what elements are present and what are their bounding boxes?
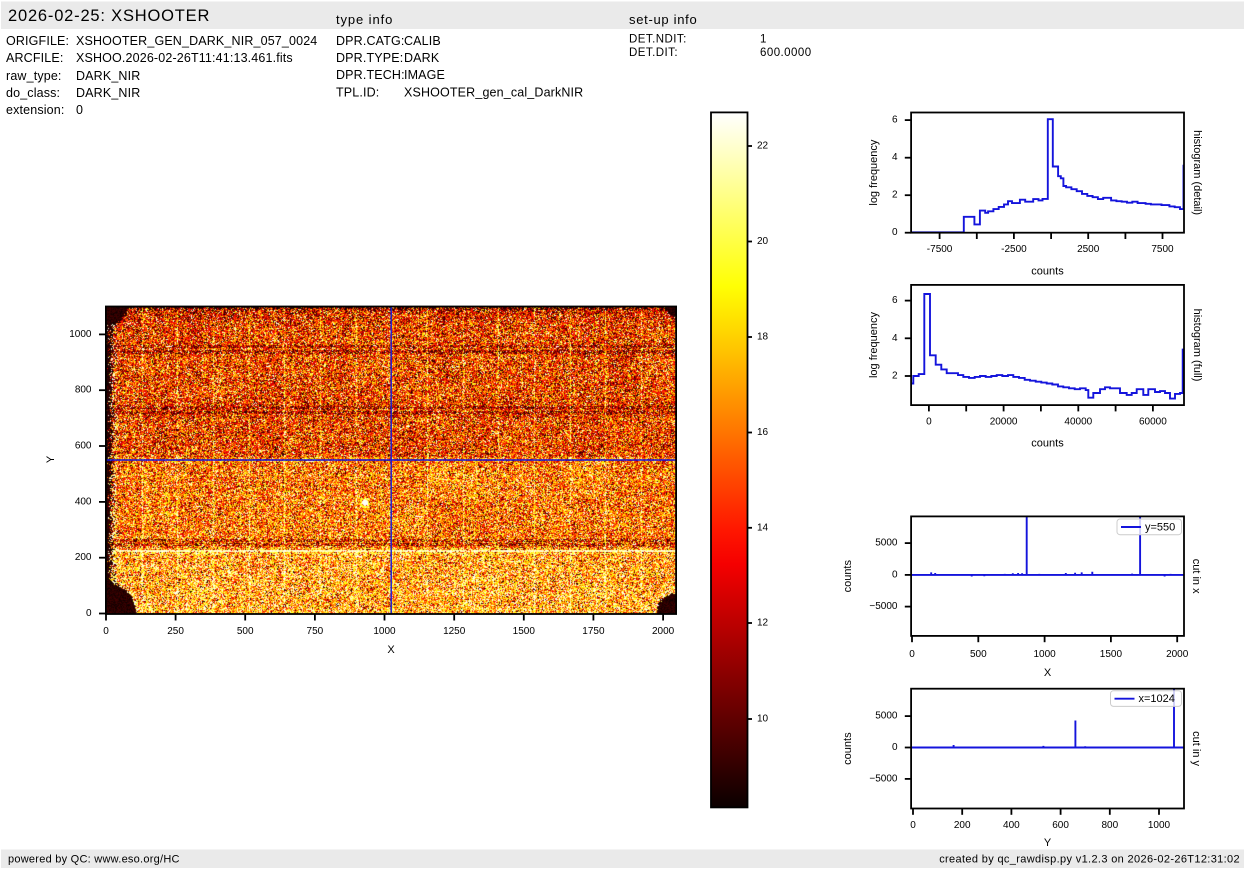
svg-text:20000: 20000 — [990, 416, 1018, 427]
svg-text:1000: 1000 — [1033, 649, 1056, 660]
svg-text:500: 500 — [237, 626, 254, 637]
svg-text:400: 400 — [1003, 820, 1020, 831]
svg-text:10: 10 — [757, 714, 769, 725]
svg-text:-2500: -2500 — [1001, 244, 1027, 255]
svg-text:DPR.TYPE:: DPR.TYPE: — [336, 51, 403, 65]
svg-text:0: 0 — [892, 742, 898, 753]
svg-text:1000: 1000 — [69, 329, 92, 340]
svg-text:DET.NDIT:: DET.NDIT: — [629, 34, 687, 46]
svg-text:1250: 1250 — [443, 626, 466, 637]
svg-text:counts: counts — [1031, 438, 1064, 450]
svg-text:2026-02-25: XSHOOTER: 2026-02-25: XSHOOTER — [8, 7, 210, 25]
svg-text:2500: 2500 — [1077, 244, 1100, 255]
svg-text:2000: 2000 — [1166, 649, 1189, 660]
svg-text:600.0000: 600.0000 — [760, 47, 812, 59]
svg-text:7500: 7500 — [1151, 244, 1174, 255]
svg-text:4: 4 — [892, 152, 898, 163]
svg-text:1500: 1500 — [513, 626, 536, 637]
svg-text:1500: 1500 — [1100, 649, 1123, 660]
svg-text:created by qc_rawdisp.py v1.2.: created by qc_rawdisp.py v1.2.3 on 2026-… — [939, 854, 1240, 866]
svg-text:x=1024: x=1024 — [1139, 693, 1175, 705]
svg-text:log frequency: log frequency — [868, 311, 880, 378]
svg-text:750: 750 — [307, 626, 324, 637]
svg-text:6: 6 — [892, 115, 898, 126]
svg-text:0: 0 — [892, 569, 898, 580]
svg-text:0: 0 — [86, 608, 92, 619]
svg-text:1000: 1000 — [373, 626, 396, 637]
svg-text:DARK_NIR: DARK_NIR — [76, 69, 140, 83]
svg-text:1000: 1000 — [1148, 820, 1171, 831]
svg-text:counts: counts — [842, 560, 854, 593]
svg-text:X: X — [387, 644, 395, 656]
svg-text:2: 2 — [892, 371, 898, 382]
svg-text:histogram (detail): histogram (detail) — [1191, 130, 1203, 215]
svg-text:800: 800 — [75, 385, 92, 396]
svg-text:CALIB: CALIB — [404, 34, 441, 48]
svg-text:12: 12 — [757, 618, 769, 629]
svg-text:cut in y: cut in y — [1190, 731, 1202, 766]
svg-text:histogram (full): histogram (full) — [1191, 309, 1203, 382]
svg-text:200: 200 — [75, 552, 92, 563]
svg-text:powered by QC: www.eso.org/HC: powered by QC: www.eso.org/HC — [8, 854, 180, 866]
svg-text:DET.DIT:: DET.DIT: — [629, 47, 678, 59]
svg-text:40000: 40000 — [1064, 416, 1092, 427]
svg-text:y=550: y=550 — [1145, 522, 1175, 534]
svg-text:counts: counts — [842, 732, 854, 765]
svg-text:−5000: −5000 — [869, 773, 898, 784]
svg-text:14: 14 — [757, 522, 769, 533]
svg-text:5000: 5000 — [875, 711, 898, 722]
svg-text:ARCFILE:: ARCFILE: — [6, 51, 63, 65]
svg-text:ORIGFILE:: ORIGFILE: — [6, 34, 69, 48]
svg-text:6: 6 — [892, 295, 898, 306]
svg-text:1: 1 — [760, 34, 767, 46]
svg-text:Y: Y — [1044, 837, 1052, 849]
svg-text:0: 0 — [76, 103, 83, 117]
svg-text:Y: Y — [45, 455, 57, 463]
svg-text:log frequency: log frequency — [868, 139, 880, 206]
svg-text:18: 18 — [757, 332, 769, 343]
svg-text:5000: 5000 — [875, 538, 898, 549]
svg-text:2000: 2000 — [652, 626, 675, 637]
svg-text:0: 0 — [926, 416, 932, 427]
svg-text:DARK_NIR: DARK_NIR — [76, 86, 140, 100]
svg-text:DPR.CATG:: DPR.CATG: — [336, 34, 404, 48]
svg-text:600: 600 — [75, 441, 92, 452]
svg-text:IMAGE: IMAGE — [404, 68, 445, 82]
svg-text:TPL.ID:: TPL.ID: — [336, 86, 379, 100]
svg-text:-7500: -7500 — [927, 244, 953, 255]
svg-text:counts: counts — [1031, 266, 1064, 278]
svg-text:250: 250 — [167, 626, 184, 637]
svg-text:200: 200 — [954, 820, 971, 831]
svg-text:X: X — [1044, 667, 1052, 679]
svg-text:0: 0 — [910, 820, 916, 831]
svg-text:DARK: DARK — [404, 51, 440, 65]
svg-text:20: 20 — [757, 236, 769, 247]
svg-text:600: 600 — [1052, 820, 1069, 831]
svg-text:16: 16 — [757, 427, 769, 438]
svg-text:2: 2 — [892, 190, 898, 201]
svg-text:400: 400 — [75, 496, 92, 507]
svg-text:−5000: −5000 — [869, 601, 898, 612]
svg-text:set-up info: set-up info — [629, 12, 697, 27]
svg-text:0: 0 — [892, 227, 898, 238]
svg-text:1750: 1750 — [582, 626, 605, 637]
svg-text:500: 500 — [970, 649, 987, 660]
svg-text:800: 800 — [1101, 820, 1118, 831]
svg-text:0: 0 — [103, 626, 109, 637]
svg-text:raw_type:: raw_type: — [6, 69, 62, 83]
svg-text:DPR.TECH:: DPR.TECH: — [336, 68, 405, 82]
svg-text:22: 22 — [757, 141, 769, 152]
svg-text:do_class:: do_class: — [6, 86, 60, 100]
svg-text:4: 4 — [892, 333, 898, 344]
svg-text:XSHOO.2026-02-26T11:41:13.461.: XSHOO.2026-02-26T11:41:13.461.fits — [76, 51, 293, 65]
svg-text:XSHOOTER_gen_cal_DarkNIR: XSHOOTER_gen_cal_DarkNIR — [404, 86, 583, 100]
svg-text:0: 0 — [909, 649, 915, 660]
svg-text:type info: type info — [336, 12, 393, 27]
svg-text:cut in x: cut in x — [1190, 559, 1202, 594]
svg-text:XSHOOTER_GEN_DARK_NIR_057_0024: XSHOOTER_GEN_DARK_NIR_057_0024 — [76, 34, 317, 48]
svg-text:extension:: extension: — [6, 103, 64, 117]
svg-text:60000: 60000 — [1139, 416, 1167, 427]
